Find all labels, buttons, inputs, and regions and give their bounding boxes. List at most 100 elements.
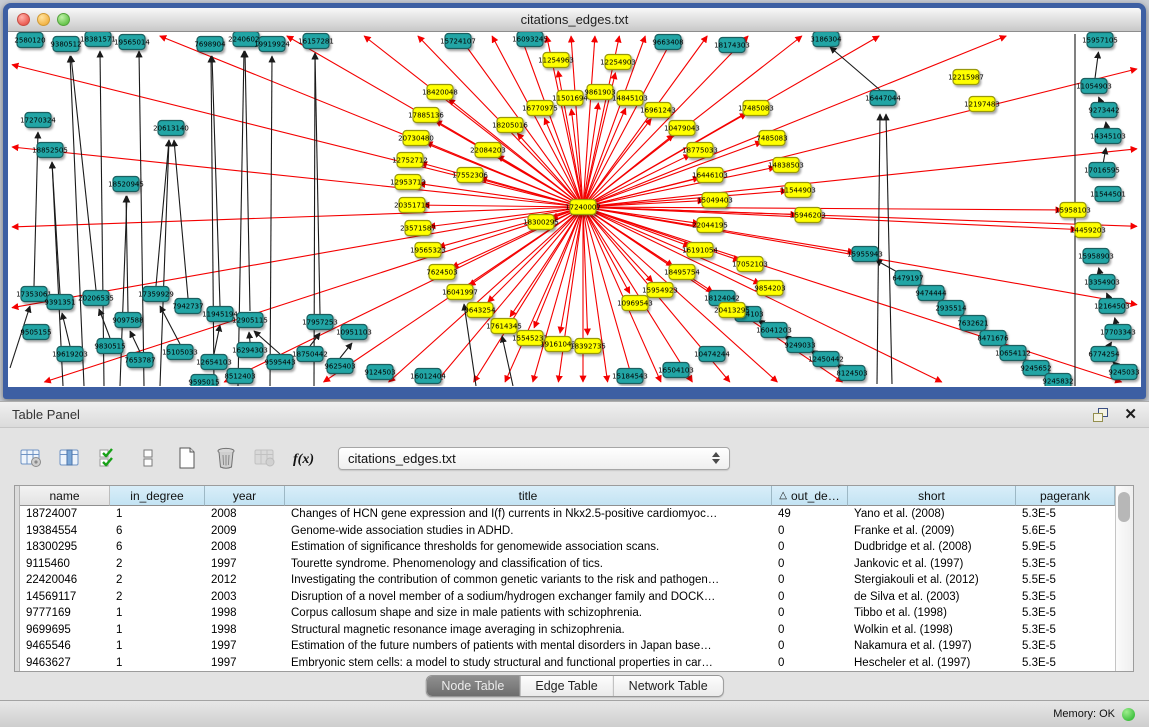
table-cell-short[interactable]: Franke et al. (2009) — [848, 525, 1016, 537]
network-canvas[interactable]: 2580120938051218381571195650147698904224… — [8, 32, 1141, 387]
network-node[interactable]: 11501694 — [552, 91, 588, 106]
network-node[interactable]: 18381571 — [80, 32, 116, 47]
network-node[interactable]: 15958903 — [1078, 249, 1114, 264]
table-cell-out_degree[interactable]: 0 — [772, 558, 848, 570]
network-node[interactable]: 10969543 — [617, 296, 653, 311]
table-cell-out_degree[interactable]: 0 — [772, 541, 848, 553]
table-cell-short[interactable]: Nakamura et al. (1997) — [848, 640, 1016, 652]
network-node[interactable]: 13354903 — [1084, 275, 1120, 290]
table-cell-name[interactable]: 18724007 — [20, 508, 110, 520]
table-cell-title[interactable]: Disruption of a novel member of a sodium… — [285, 591, 772, 603]
network-node[interactable]: 17052103 — [732, 257, 768, 272]
network-node[interactable]: 9625403 — [324, 359, 355, 374]
column-header-out_degree[interactable]: △out_de… — [772, 486, 848, 506]
network-node[interactable]: 16041203 — [756, 323, 792, 338]
column-header-short[interactable]: short — [848, 486, 1016, 506]
table-cell-pagerank[interactable]: 5.3E-5 — [1016, 657, 1115, 669]
network-node[interactable]: 12197483 — [964, 97, 1000, 112]
network-node[interactable]: 16294303 — [232, 343, 268, 358]
network-node[interactable]: 17485083 — [738, 101, 774, 116]
network-node[interactable]: 19565014 — [114, 35, 150, 50]
network-node[interactable]: 6479197 — [892, 271, 923, 286]
table-cell-in_degree[interactable]: 1 — [110, 640, 205, 652]
network-node[interactable]: 11544903 — [780, 183, 816, 198]
network-node[interactable]: 9505155 — [20, 325, 51, 340]
table-cell-name[interactable]: 19384554 — [20, 525, 110, 537]
network-node[interactable]: 22084203 — [470, 143, 506, 158]
table-cell-short[interactable]: Stergiakouli et al. (2012) — [848, 574, 1016, 586]
network-node[interactable]: 2935514 — [935, 301, 967, 316]
table-cell-title[interactable]: Changes of HCN gene expression and I(f) … — [285, 508, 772, 520]
network-window-titlebar[interactable]: citations_edges.txt — [8, 8, 1141, 32]
network-node[interactable]: 9861903 — [584, 85, 615, 100]
table-cell-year[interactable]: 2003 — [205, 591, 285, 603]
column-header-name[interactable]: name — [20, 486, 110, 506]
network-node[interactable]: 14345103 — [1090, 129, 1126, 144]
table-cell-short[interactable]: Tibbo et al. (1998) — [848, 607, 1016, 619]
network-node[interactable]: 17270324 — [20, 113, 56, 128]
table-cell-title[interactable]: Corpus callosum shape and size in male p… — [285, 607, 772, 619]
table-row[interactable]: 946554611997Estimation of the future num… — [20, 638, 1115, 655]
table-row[interactable]: 969969511998Structural magnetic resonanc… — [20, 622, 1115, 639]
table-cell-in_degree[interactable]: 2 — [110, 591, 205, 603]
table-cell-pagerank[interactable]: 5.3E-5 — [1016, 624, 1115, 636]
table-cell-in_degree[interactable]: 1 — [110, 607, 205, 619]
import-table-icon[interactable] — [252, 445, 278, 471]
table-cell-name[interactable]: 9465546 — [20, 640, 110, 652]
table-cell-year[interactable]: 1997 — [205, 640, 285, 652]
tab-network-table[interactable]: Network Table — [613, 676, 723, 696]
table-cell-pagerank[interactable]: 5.5E-5 — [1016, 574, 1115, 586]
network-node[interactable]: 8471676 — [977, 331, 1009, 346]
network-node[interactable]: 20613140 — [153, 121, 189, 136]
table-row[interactable]: 1872400712008Changes of HCN gene express… — [20, 506, 1115, 523]
tab-edge-table[interactable]: Edge Table — [519, 676, 612, 696]
network-node[interactable]: 9097588 — [112, 313, 143, 328]
table-cell-in_degree[interactable]: 1 — [110, 508, 205, 520]
network-node[interactable]: 8124503 — [836, 366, 867, 381]
network-node[interactable]: 18852505 — [32, 143, 68, 158]
table-cell-out_degree[interactable]: 49 — [772, 508, 848, 520]
table-row[interactable]: 1456911722003Disruption of a novel membe… — [20, 589, 1115, 606]
network-node[interactable]: 16446103 — [692, 168, 728, 183]
network-node[interactable]: 7632621 — [957, 316, 988, 331]
table-row[interactable]: 1830029562008Estimation of significance … — [20, 539, 1115, 556]
table-cell-year[interactable]: 2012 — [205, 574, 285, 586]
network-node[interactable]: 23571587 — [400, 221, 436, 236]
table-cell-pagerank[interactable]: 5.3E-5 — [1016, 558, 1115, 570]
table-cell-in_degree[interactable]: 2 — [110, 558, 205, 570]
network-node[interactable]: 6774254 — [1088, 347, 1120, 362]
network-node[interactable]: 20730480 — [398, 131, 434, 146]
network-node[interactable]: 16504103 — [658, 363, 694, 378]
table-cell-title[interactable]: Genome-wide association studies in ADHD. — [285, 525, 772, 537]
network-node[interactable]: 17016595 — [1084, 163, 1120, 178]
network-node[interactable]: 12254903 — [600, 55, 636, 70]
tab-node-table[interactable]: Node Table — [426, 676, 519, 696]
table-cell-out_degree[interactable]: 0 — [772, 657, 848, 669]
network-node[interactable]: 9474444 — [915, 286, 947, 301]
network-node[interactable]: 12905115 — [232, 313, 268, 328]
network-node[interactable]: 15049403 — [697, 193, 733, 208]
network-node[interactable]: 15955943 — [847, 247, 883, 262]
network-node[interactable]: 9245033 — [1108, 365, 1139, 380]
table-cell-year[interactable]: 2008 — [205, 541, 285, 553]
table-cell-out_degree[interactable]: 0 — [772, 607, 848, 619]
network-node[interactable]: 9273442 — [1088, 103, 1119, 118]
network-node[interactable]: 17240007 — [565, 200, 601, 215]
network-node[interactable]: 2580120 — [14, 33, 45, 48]
close-window-button[interactable] — [17, 13, 30, 26]
table-cell-short[interactable]: Hescheler et al. (1997) — [848, 657, 1016, 669]
table-cell-year[interactable]: 2009 — [205, 525, 285, 537]
table-cell-title[interactable]: Investigating the contribution of common… — [285, 574, 772, 586]
network-node[interactable]: 20413295 — [714, 303, 750, 318]
network-node[interactable]: 16191054 — [682, 243, 718, 258]
table-cell-year[interactable]: 1997 — [205, 657, 285, 669]
network-node[interactable]: 18750442 — [292, 347, 328, 362]
network-node[interactable]: 18420048 — [422, 85, 458, 100]
network-node[interactable]: 9595443 — [264, 355, 295, 370]
network-node[interactable]: 18205016 — [492, 118, 528, 133]
table-cell-in_degree[interactable]: 6 — [110, 541, 205, 553]
memory-status-indicator[interactable] — [1122, 708, 1135, 721]
network-node[interactable]: 16157281 — [298, 34, 334, 49]
network-node[interactable]: 14838503 — [768, 158, 804, 173]
scrollbar-thumb[interactable] — [1118, 492, 1130, 522]
